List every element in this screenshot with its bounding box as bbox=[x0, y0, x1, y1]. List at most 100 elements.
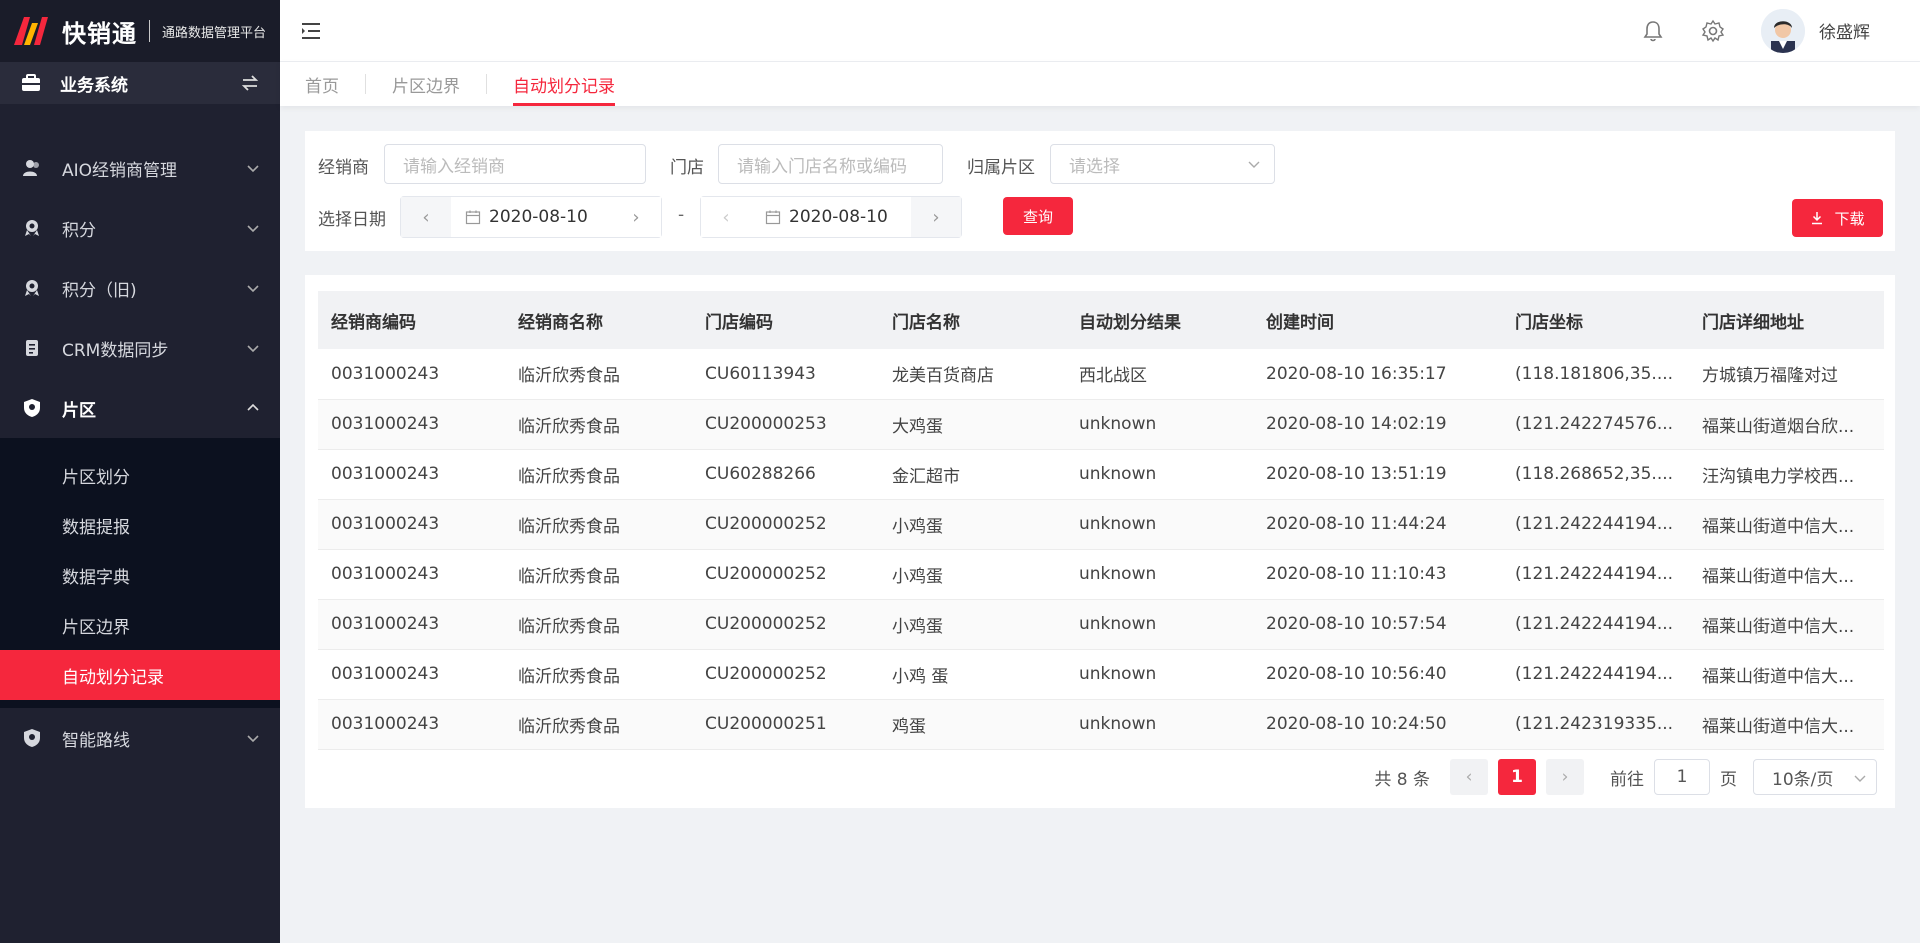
table-cell: 福莱山街道中信大... bbox=[1689, 499, 1884, 550]
sidebar-item-points-old[interactable]: 积分（旧) bbox=[0, 258, 280, 318]
end-date-value: 2020-08-10 bbox=[789, 207, 888, 227]
table-cell: CU200000251 bbox=[692, 699, 879, 750]
goto-page-input[interactable]: 1 bbox=[1654, 759, 1710, 795]
table-cell: (121.242244194... bbox=[1502, 599, 1689, 650]
table-row[interactable]: 0031000243 临沂欣秀食品 CU200000251 鸡蛋 unknown 2020… bbox=[318, 699, 1884, 750]
download-label: 下载 bbox=[1834, 209, 1865, 228]
column-header[interactable]: 门店名称 bbox=[879, 291, 1066, 349]
table-header-row: 经销商编码 经销商名称 门店编码 门店名称 自动划分结果 创建时间 门店坐标 门… bbox=[318, 291, 1884, 349]
chevron-down-icon bbox=[247, 285, 259, 293]
sidebar-subitem-auto-division-record[interactable]: 自动划分记录 bbox=[0, 650, 280, 700]
chevron-down-icon bbox=[1854, 775, 1866, 782]
sidebar-item-area[interactable]: 片区 bbox=[0, 378, 280, 438]
page-unit-label: 页 bbox=[1720, 769, 1737, 790]
table-row[interactable]: 0031000243 临沂欣秀食品 CU60288266 金汇超市 unknown 202… bbox=[318, 449, 1884, 500]
tab-auto-division-record[interactable]: 自动划分记录 bbox=[513, 62, 615, 106]
table-cell: 方城镇万福隆对过 bbox=[1689, 349, 1884, 400]
table-cell: 0031000243 bbox=[318, 549, 505, 600]
start-date-picker[interactable]: ‹ 2020-08-10 › bbox=[400, 196, 662, 238]
table-cell: (121.242244194... bbox=[1502, 649, 1689, 700]
table-cell: 2020-08-10 11:10:43 bbox=[1253, 549, 1502, 600]
table-row[interactable]: 0031000243 临沂欣秀食品 CU200000253 大鸡蛋 unknown 202… bbox=[318, 399, 1884, 450]
query-button[interactable]: 查询 bbox=[1003, 197, 1073, 235]
page-number-1[interactable]: 1 bbox=[1498, 759, 1536, 795]
table-cell: 0031000243 bbox=[318, 349, 505, 400]
column-header[interactable]: 经销商编码 bbox=[318, 291, 505, 349]
table-cell: 临沂欣秀食品 bbox=[505, 599, 692, 650]
table-cell: 福莱山街道中信大... bbox=[1689, 599, 1884, 650]
avatar[interactable] bbox=[1761, 8, 1805, 53]
table-cell: 金汇超市 bbox=[879, 449, 1066, 500]
table-body: 0031000243 临沂欣秀食品 CU60113943 龙美百货商店 西北战区 2020… bbox=[318, 349, 1884, 750]
sidebar-item-label: 智能路线 bbox=[62, 730, 130, 751]
table-cell: 鸡蛋 bbox=[879, 699, 1066, 750]
username[interactable]: 徐盛辉 bbox=[1819, 18, 1870, 43]
column-header[interactable]: 创建时间 bbox=[1253, 291, 1502, 349]
sidebar: 快销通 通路数据管理平台 业务系统 AIO经销商管理 积分 积分（旧) CRM数… bbox=[0, 0, 280, 943]
table-cell: (118.181806,35.... bbox=[1502, 349, 1689, 400]
chevron-up-icon bbox=[247, 403, 259, 411]
start-date-prev-button[interactable]: ‹ bbox=[401, 197, 451, 237]
table-cell: 2020-08-10 14:02:19 bbox=[1253, 399, 1502, 450]
download-button[interactable]: 下载 bbox=[1792, 199, 1883, 237]
next-page-button[interactable]: › bbox=[1546, 759, 1584, 795]
end-date-picker[interactable]: ‹ 2020-08-10 › bbox=[700, 196, 962, 238]
bell-icon[interactable] bbox=[1641, 19, 1665, 43]
table-cell: CU200000252 bbox=[692, 549, 879, 600]
sidebar-item-aio-dealer[interactable]: AIO经销商管理 bbox=[0, 138, 280, 198]
table-row[interactable]: 0031000243 临沂欣秀食品 CU200000252 小鸡 蛋 unknown 20… bbox=[318, 649, 1884, 700]
column-header[interactable]: 门店编码 bbox=[692, 291, 879, 349]
table-row[interactable]: 0031000243 临沂欣秀食品 CU60113943 龙美百货商店 西北战区 2020… bbox=[318, 349, 1884, 400]
calendar-icon bbox=[465, 210, 481, 225]
end-date-prev-button[interactable]: ‹ bbox=[701, 197, 751, 237]
system-switcher[interactable]: 业务系统 bbox=[0, 62, 280, 104]
tab-home[interactable]: 首页 bbox=[305, 62, 339, 106]
table-cell: CU200000252 bbox=[692, 499, 879, 550]
sidebar-item-points[interactable]: 积分 bbox=[0, 198, 280, 258]
page-size-select[interactable]: 10条/页 bbox=[1753, 759, 1877, 795]
prev-page-button[interactable]: ‹ bbox=[1450, 759, 1488, 795]
table-row[interactable]: 0031000243 临沂欣秀食品 CU200000252 小鸡蛋 unknown 202… bbox=[318, 599, 1884, 650]
sidebar-item-label: 积分（旧) bbox=[62, 280, 137, 301]
table-cell: 2020-08-10 10:57:54 bbox=[1253, 599, 1502, 650]
table-cell: unknown bbox=[1066, 699, 1253, 750]
table-cell: 福莱山街道中信大... bbox=[1689, 649, 1884, 700]
column-header[interactable]: 门店坐标 bbox=[1502, 291, 1689, 349]
table-cell: (121.242274576... bbox=[1502, 399, 1689, 450]
table-cell: 2020-08-10 10:24:50 bbox=[1253, 699, 1502, 750]
sidebar-item-crm-sync[interactable]: CRM数据同步 bbox=[0, 318, 280, 378]
table-cell: 0031000243 bbox=[318, 649, 505, 700]
sidebar-subitem-data-report[interactable]: 数据提报 bbox=[0, 500, 280, 550]
column-header[interactable]: 经销商名称 bbox=[505, 291, 692, 349]
download-icon bbox=[1812, 212, 1823, 225]
medal-icon bbox=[25, 280, 39, 296]
table-row[interactable]: 0031000243 临沂欣秀食品 CU200000252 小鸡蛋 unknown 202… bbox=[318, 499, 1884, 550]
swap-icon[interactable] bbox=[240, 73, 260, 93]
dealer-label: 经销商 bbox=[318, 158, 369, 178]
area-label: 归属片区 bbox=[967, 158, 1035, 178]
table-panel: 经销商编码 经销商名称 门店编码 门店名称 自动划分结果 创建时间 门店坐标 门… bbox=[305, 275, 1895, 808]
dealer-placeholder: 请输入经销商 bbox=[403, 156, 505, 177]
sidebar-subitem-area-division[interactable]: 片区划分 bbox=[0, 450, 280, 500]
date-label: 选择日期 bbox=[318, 210, 386, 230]
sidebar-item-smart-route[interactable]: 智能路线 bbox=[0, 708, 280, 768]
menu-toggle-icon[interactable] bbox=[302, 22, 324, 40]
start-date-field[interactable]: 2020-08-10 bbox=[451, 197, 611, 237]
store-input[interactable]: 请输入门店名称或编码 bbox=[718, 144, 943, 184]
tab-divider bbox=[365, 74, 366, 94]
end-date-next-button[interactable]: › bbox=[911, 197, 961, 237]
sidebar-subitem-area-boundary[interactable]: 片区边界 bbox=[0, 600, 280, 650]
start-date-next-button[interactable]: › bbox=[611, 197, 661, 237]
tab-area-boundary[interactable]: 片区边界 bbox=[392, 62, 460, 106]
sidebar-subitem-data-dictionary[interactable]: 数据字典 bbox=[0, 550, 280, 600]
table-cell: 小鸡 蛋 bbox=[879, 649, 1066, 700]
end-date-field[interactable]: 2020-08-10 bbox=[751, 197, 911, 237]
column-header[interactable]: 自动划分结果 bbox=[1066, 291, 1253, 349]
area-select[interactable]: 请选择 bbox=[1050, 144, 1275, 184]
table-cell: unknown bbox=[1066, 599, 1253, 650]
table-row[interactable]: 0031000243 临沂欣秀食品 CU200000252 小鸡蛋 unknown 202… bbox=[318, 549, 1884, 600]
dealer-input[interactable]: 请输入经销商 bbox=[384, 144, 646, 184]
column-header[interactable]: 门店详细地址 bbox=[1689, 291, 1884, 349]
table-cell: 0031000243 bbox=[318, 399, 505, 450]
gear-icon[interactable] bbox=[1701, 19, 1725, 43]
